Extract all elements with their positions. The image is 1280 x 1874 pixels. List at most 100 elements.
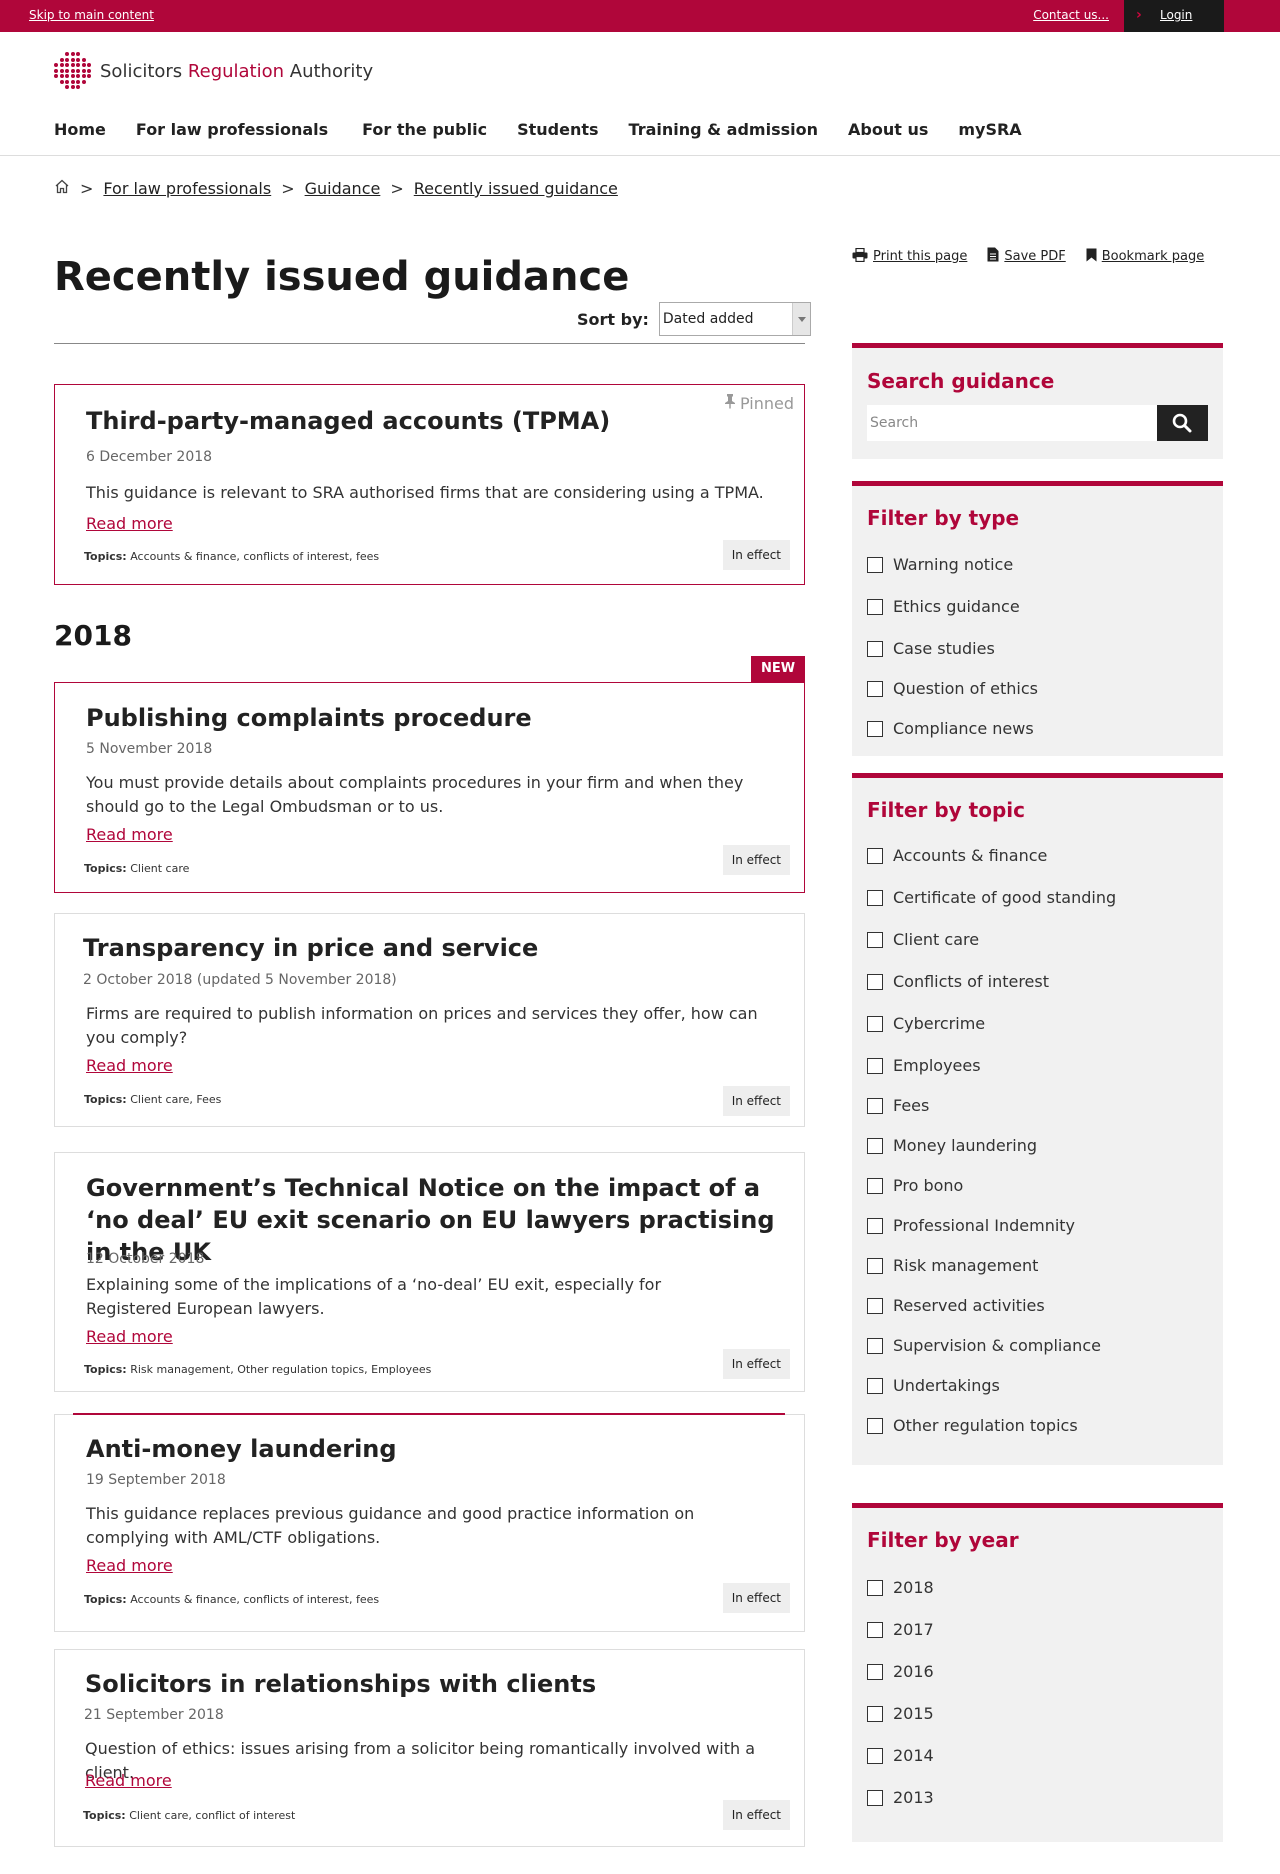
filter-option[interactable]: Pro bono [867,1176,963,1195]
filter-option[interactable]: Certificate of good standing [867,888,1116,907]
checkbox[interactable] [867,1177,883,1194]
skip-link[interactable]: Skip to main content [29,8,154,22]
save-pdf-link[interactable]: Save PDF [1004,249,1065,264]
card-topics: Topics: Risk management, Other regulatio… [84,1363,432,1376]
filter-option-label: 2018 [893,1578,934,1597]
filter-option-label: Fees [893,1096,930,1115]
home-icon[interactable] [54,179,70,198]
checkbox[interactable] [867,1015,883,1032]
checkbox[interactable] [867,1663,883,1680]
read-more-link[interactable]: Read more [86,825,173,844]
print-action[interactable]: Print this page [852,247,967,266]
sort-value: Dated added [662,311,754,327]
checkbox[interactable] [867,889,883,906]
login-button[interactable]: › Login [1124,0,1224,32]
search-button[interactable] [1157,405,1208,441]
read-more-link[interactable]: Read more [85,1771,172,1790]
checkbox[interactable] [867,1789,883,1806]
filter-option[interactable]: Fees [867,1096,929,1115]
print-link[interactable]: Print this page [873,249,967,264]
checkbox[interactable] [867,1579,883,1596]
filter-option[interactable]: Compliance news [867,719,1034,738]
checkbox[interactable] [867,1377,883,1394]
card-date: 12 October 2018 [86,1251,205,1267]
nav-home[interactable]: Home [54,120,106,139]
filter-option[interactable]: Other regulation topics [867,1416,1078,1435]
checkbox[interactable] [867,598,883,615]
filter-option[interactable]: 2014 [867,1746,934,1765]
bookmark-link[interactable]: Bookmark page [1102,249,1204,264]
checkbox[interactable] [867,1257,883,1274]
document-icon [987,247,999,266]
filter-option[interactable]: Conflicts of interest [867,972,1049,991]
checkbox[interactable] [867,973,883,990]
card-title[interactable]: Publishing complaints procedure [86,702,532,734]
search-input[interactable]: Search [867,405,1157,441]
card-title[interactable]: Transparency in price and service [83,932,538,964]
login-label[interactable]: Login [1160,8,1192,22]
checkbox[interactable] [867,1137,883,1154]
filter-option[interactable]: Accounts & finance [867,846,1047,865]
bookmark-action[interactable]: Bookmark page [1086,247,1204,266]
card-date: 6 December 2018 [86,449,213,465]
checkbox[interactable] [867,680,883,697]
read-more-link[interactable]: Read more [86,1056,173,1075]
filter-option-label: Undertakings [893,1376,1000,1395]
checkbox[interactable] [867,1417,883,1434]
breadcrumb-law-professionals[interactable]: For law professionals [103,179,271,198]
filter-option[interactable]: Case studies [867,639,995,658]
nav-students[interactable]: Students [517,120,598,139]
checkbox[interactable] [867,720,883,737]
filter-option[interactable]: Warning notice [867,555,1013,574]
nav-training[interactable]: Training & admission [629,120,818,139]
breadcrumb-current[interactable]: Recently issued guidance [414,179,618,198]
checkbox[interactable] [867,556,883,573]
guidance-card: Publishing complaints procedure 5 Novemb… [54,682,805,893]
filter-option[interactable]: Risk management [867,1256,1038,1275]
card-title[interactable]: Third-party-managed accounts (TPMA) [86,405,610,437]
checkbox[interactable] [867,847,883,864]
save-pdf-action[interactable]: Save PDF [987,247,1066,266]
nav-mysra[interactable]: mySRA [958,120,1021,139]
checkbox[interactable] [867,1217,883,1234]
sra-logo[interactable]: Solicitors Regulation Authority [54,52,373,90]
checkbox[interactable] [867,1747,883,1764]
filter-option[interactable]: 2018 [867,1578,934,1597]
filter-option[interactable]: 2016 [867,1662,934,1681]
checkbox[interactable] [867,1297,883,1314]
nav-public[interactable]: For the public [362,120,487,139]
filter-option[interactable]: 2015 [867,1704,934,1723]
checkbox[interactable] [867,1057,883,1074]
card-title[interactable]: Solicitors in relationships with clients [85,1668,596,1700]
status-badge: In effect [722,1800,790,1830]
checkbox[interactable] [867,1621,883,1638]
read-more-link[interactable]: Read more [86,1556,173,1575]
filter-option[interactable]: Ethics guidance [867,597,1020,616]
read-more-link[interactable]: Read more [86,514,173,533]
filter-option[interactable]: Cybercrime [867,1014,985,1033]
nav-about[interactable]: About us [848,120,928,139]
filter-option[interactable]: Undertakings [867,1376,1000,1395]
checkbox[interactable] [867,1337,883,1354]
filter-option[interactable]: Question of ethics [867,679,1038,698]
checkbox[interactable] [867,1097,883,1114]
nav-law-professionals[interactable]: For law professionals [136,120,328,139]
breadcrumb-guidance[interactable]: Guidance [305,179,381,198]
read-more-link[interactable]: Read more [86,1327,173,1346]
contact-link[interactable]: Contact us... [1033,8,1109,22]
checkbox[interactable] [867,1705,883,1722]
sort-select[interactable]: Dated added [658,302,811,336]
checkbox[interactable] [867,640,883,657]
filter-option[interactable]: Reserved activities [867,1296,1045,1315]
filter-option[interactable]: 2013 [867,1788,934,1807]
card-title[interactable]: Anti-money laundering [86,1433,397,1465]
filter-option[interactable]: Employees [867,1056,981,1075]
filter-option[interactable]: 2017 [867,1620,934,1639]
filter-option[interactable]: Professional Indemnity [867,1216,1075,1235]
filter-option[interactable]: Supervision & compliance [867,1336,1101,1355]
card-accent-rule [73,1413,785,1415]
checkbox[interactable] [867,931,883,948]
filter-option[interactable]: Money laundering [867,1136,1037,1155]
search-panel: Search guidance Search [852,343,1223,459]
filter-option[interactable]: Client care [867,930,979,949]
